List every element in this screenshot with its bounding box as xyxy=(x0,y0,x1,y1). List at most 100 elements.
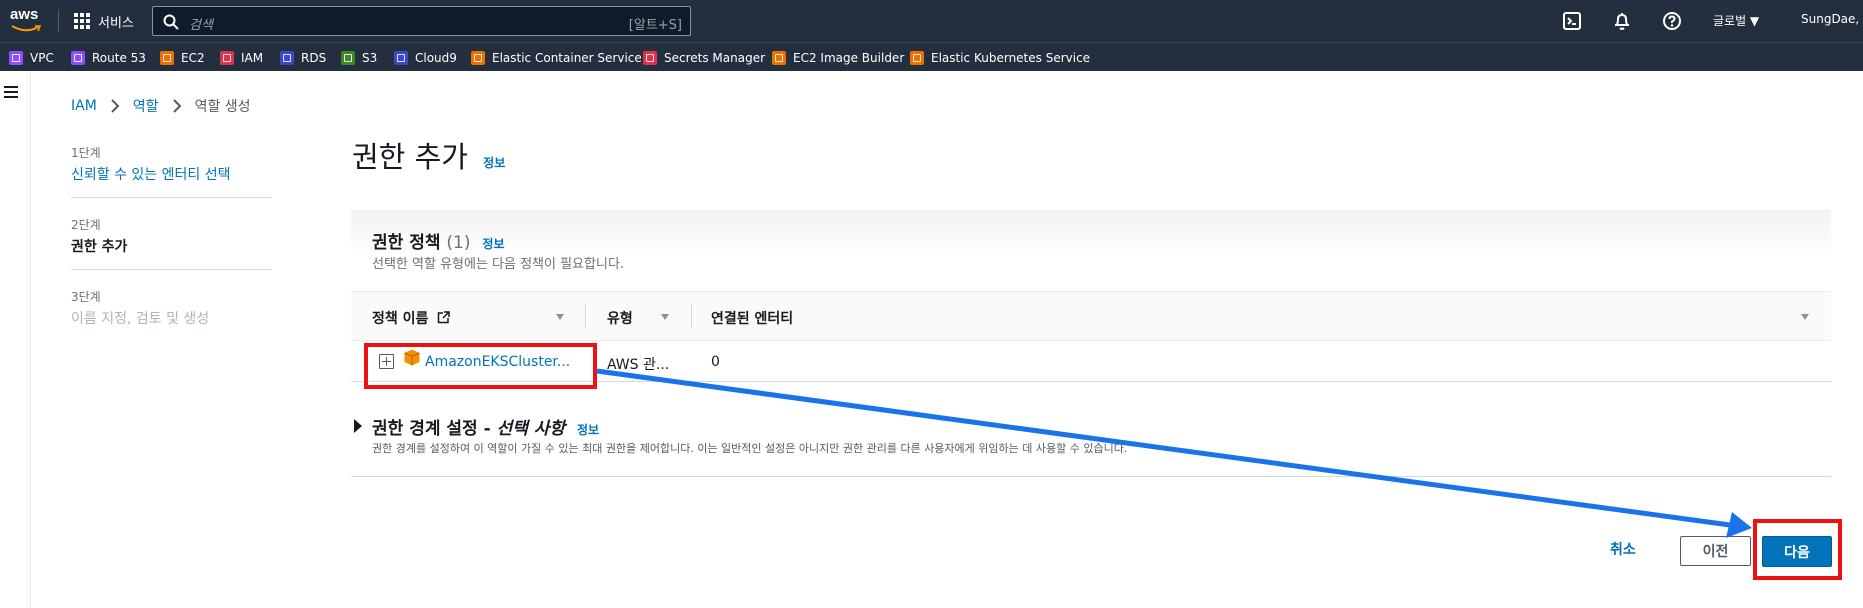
sort-caret-icon[interactable] xyxy=(661,314,669,320)
step-title-link[interactable]: 신뢰할 수 있는 엔터티 선택 xyxy=(71,164,271,184)
ecs-icon xyxy=(471,50,485,65)
breadcrumb-iam[interactable]: IAM xyxy=(71,98,97,114)
favorite-rds[interactable]: RDS xyxy=(280,49,326,66)
favorite-cloud9[interactable]: Cloud9 xyxy=(394,49,457,66)
boundary-info-link[interactable]: 정보 xyxy=(577,423,599,437)
favorite-iam[interactable]: IAM xyxy=(220,49,263,66)
cloud9-icon xyxy=(394,50,408,65)
container-header: 권한 정책 (1) 정보 선택한 역할 유형에는 다음 정책이 필요합니다. xyxy=(351,211,1831,291)
favorite-ecs[interactable]: Elastic Container Service xyxy=(471,49,642,66)
step-number: 1단계 xyxy=(71,146,101,160)
chevron-right-icon xyxy=(111,99,120,113)
policy-type: AWS 관... xyxy=(607,357,670,373)
boundary-optional: 선택 사항 xyxy=(496,419,566,439)
favorites-bar: VPC Route 53 EC2 IAM RDS S3 Cloud9 Elast… xyxy=(0,42,1863,71)
step-title-disabled: 이름 지정, 검토 및 생성 xyxy=(71,311,210,327)
favorite-label: VPC xyxy=(30,50,54,65)
column-resizer[interactable] xyxy=(585,304,586,329)
aws-logo-text: aws xyxy=(10,6,39,23)
favorite-label: Elastic Container Service xyxy=(492,50,642,65)
policies-info-link[interactable]: 정보 xyxy=(482,237,504,251)
previous-button[interactable]: 이전 xyxy=(1680,536,1751,566)
secrets-manager-icon xyxy=(643,50,657,65)
account-menu[interactable]: SungDae, K xyxy=(1801,12,1863,26)
favorite-label: Elastic Kubernetes Service xyxy=(931,50,1091,65)
search-placeholder: 검색 xyxy=(189,18,213,33)
step-title-current: 권한 추가 xyxy=(71,239,128,255)
table-header: 정책 이름 유형 연결된 엔터티 xyxy=(351,291,1831,341)
favorite-vpc[interactable]: VPC xyxy=(9,49,54,66)
breadcrumb-create-role: 역할 생성 xyxy=(194,99,251,115)
container-title: 권한 정책 (1) 정보 xyxy=(372,228,505,253)
favorite-label: Secrets Manager xyxy=(664,50,766,65)
bell-icon[interactable] xyxy=(1612,11,1632,31)
cancel-button[interactable]: 취소 xyxy=(1610,539,1636,559)
arrow-head-icon xyxy=(1726,512,1752,538)
favorite-label: EC2 Image Builder xyxy=(793,50,905,65)
ec2-icon xyxy=(160,50,174,65)
favorite-label: S3 xyxy=(362,50,378,65)
aws-logo[interactable]: aws xyxy=(10,6,44,36)
side-navigation-rail xyxy=(0,71,31,608)
aws-smile-icon xyxy=(11,25,41,32)
policy-count: (1) xyxy=(446,233,471,253)
image-builder-icon xyxy=(772,50,786,65)
search-icon xyxy=(163,14,179,30)
search-input[interactable]: 검색 [알트+S] xyxy=(152,6,691,36)
services-label: 서비스 xyxy=(98,15,134,31)
wizard-step-2: 2단계 권한 추가 xyxy=(71,216,271,256)
nav-divider xyxy=(58,10,59,32)
boundary-title: 권한 경계 설정 - xyxy=(372,419,497,439)
breadcrumb-roles[interactable]: 역할 xyxy=(133,96,159,116)
favorite-route53[interactable]: Route 53 xyxy=(71,49,146,66)
wizard-step-3: 3단계 이름 지정, 검토 및 생성 xyxy=(71,288,271,328)
favorite-secrets-manager[interactable]: Secrets Manager xyxy=(643,49,765,66)
external-link-icon xyxy=(438,311,451,324)
column-header-attached-entities[interactable]: 연결된 엔터티 xyxy=(711,308,793,328)
column-label: 정책 이름 xyxy=(372,311,429,327)
boundary-description: 권한 경계를 설정하여 이 역할이 가질 수 있는 최대 권한을 제어합니다. … xyxy=(372,442,1128,455)
permissions-boundary-header[interactable]: 권한 경계 설정 - 선택 사항 정보 xyxy=(372,414,599,439)
step-divider xyxy=(71,197,271,198)
column-header-policy-name[interactable]: 정책 이름 xyxy=(372,308,451,328)
region-selector[interactable]: 글로벌 ▼ xyxy=(1713,12,1759,29)
favorite-label: Cloud9 xyxy=(415,50,457,65)
services-menu-button[interactable]: 서비스 xyxy=(74,8,134,34)
menu-icon[interactable] xyxy=(4,86,18,98)
favorite-eks[interactable]: Elastic Kubernetes Service xyxy=(910,49,1090,66)
container-title-text: 권한 정책 xyxy=(372,233,441,253)
favorite-ec2[interactable]: EC2 xyxy=(160,49,205,66)
s3-icon xyxy=(341,50,355,65)
cloudshell-icon[interactable] xyxy=(1562,11,1582,31)
attached-entities: 0 xyxy=(711,354,720,370)
expand-caret-icon[interactable] xyxy=(354,419,362,433)
chevron-right-icon xyxy=(172,99,181,113)
rds-icon xyxy=(280,50,294,65)
sort-caret-icon[interactable] xyxy=(556,314,564,320)
page-title-text: 권한 추가 xyxy=(352,140,468,174)
vpc-icon xyxy=(9,50,23,65)
step-divider xyxy=(71,269,271,270)
grid-icon xyxy=(74,13,90,29)
container-description: 선택한 역할 유형에는 다음 정책이 필요합니다. xyxy=(372,257,625,272)
step-number: 3단계 xyxy=(71,290,101,304)
page-title: 권한 추가 정보 xyxy=(352,134,505,176)
iam-create-role-page: aws 서비스 검색 [알트+S] 글로벌 ▼ SungDae, VPC Rou… xyxy=(0,0,1863,608)
eks-icon xyxy=(910,50,924,65)
favorite-label: Route 53 xyxy=(92,50,146,65)
highlight-box-next xyxy=(1753,519,1842,580)
favorite-ec2-image-builder[interactable]: EC2 Image Builder xyxy=(772,49,904,66)
favorite-label: RDS xyxy=(301,50,327,65)
column-resizer[interactable] xyxy=(691,304,692,329)
iam-icon xyxy=(220,50,234,65)
sort-caret-icon[interactable] xyxy=(1801,314,1809,320)
help-icon[interactable] xyxy=(1662,11,1682,31)
page-info-link[interactable]: 정보 xyxy=(483,156,505,170)
highlight-box-policy xyxy=(364,343,597,389)
step-number: 2단계 xyxy=(71,218,101,232)
favorite-s3[interactable]: S3 xyxy=(341,49,377,66)
breadcrumb: IAM 역할 역할 생성 xyxy=(71,97,251,115)
column-header-type[interactable]: 유형 xyxy=(607,308,633,328)
route53-icon xyxy=(71,50,85,65)
favorite-label: EC2 xyxy=(181,50,205,65)
